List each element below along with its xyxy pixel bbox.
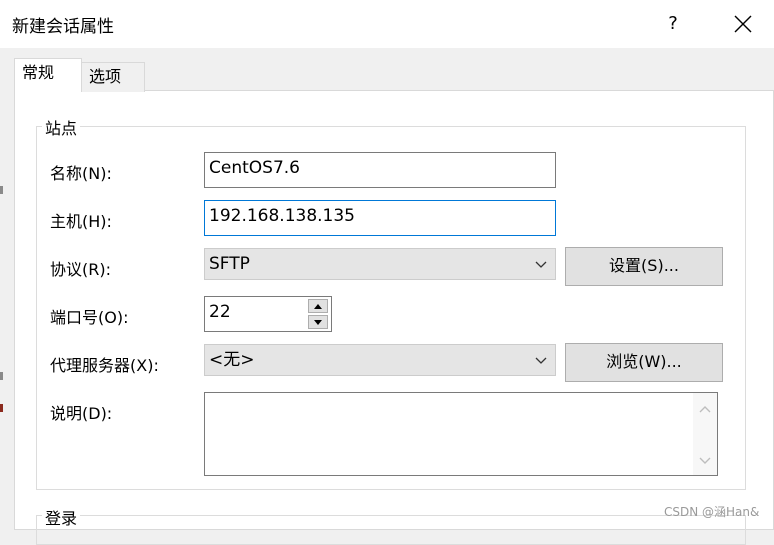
site-group-title: 站点 [42,115,81,139]
background-window-fragment [0,404,3,412]
help-button[interactable]: ? [658,8,688,40]
title-bar: 新建会话属性 ? [0,0,774,48]
chevron-down-icon [535,261,547,268]
protocol-select[interactable]: SFTP [204,248,556,280]
close-icon [734,15,752,33]
description-field[interactable] [204,392,718,476]
close-button[interactable] [727,8,759,40]
description-label: 说明(D): [50,404,113,423]
proxy-label: 代理服务器(X): [50,356,159,375]
background-window-fragment [0,372,3,380]
host-field[interactable]: 192.168.138.135 [204,200,556,236]
watermark: CSDN @涵Han& [664,505,760,519]
proxy-select[interactable]: <无> [204,344,556,376]
scroll-down-icon [699,457,711,464]
chevron-down-icon [535,357,547,364]
triangle-up-icon [314,303,322,309]
tab-general[interactable]: 常规 [14,58,82,92]
name-field[interactable]: CentOS7.6 [204,152,556,188]
settings-button[interactable]: 设置(S)... [565,247,723,286]
port-label: 端口号(O): [50,308,129,327]
host-label: 主机(H): [50,212,112,231]
port-increment-button[interactable] [308,299,328,313]
background-window-fragment [0,186,3,194]
port-decrement-button[interactable] [308,315,328,329]
protocol-value: SFTP [209,254,250,274]
port-field[interactable]: 22 [204,296,308,332]
name-label: 名称(N): [50,164,112,183]
login-groupbox [36,515,746,545]
port-stepper [306,296,332,332]
triangle-down-icon [314,319,322,325]
tab-options[interactable]: 选项 [81,62,145,92]
proxy-value: <无> [209,350,255,370]
scroll-up-icon [699,406,711,413]
window-title: 新建会话属性 [12,17,114,37]
browse-button[interactable]: 浏览(W)... [565,343,723,382]
login-group-title: 登录 [42,505,81,529]
protocol-label: 协议(R): [50,260,111,279]
description-scrollbar[interactable] [693,393,717,475]
